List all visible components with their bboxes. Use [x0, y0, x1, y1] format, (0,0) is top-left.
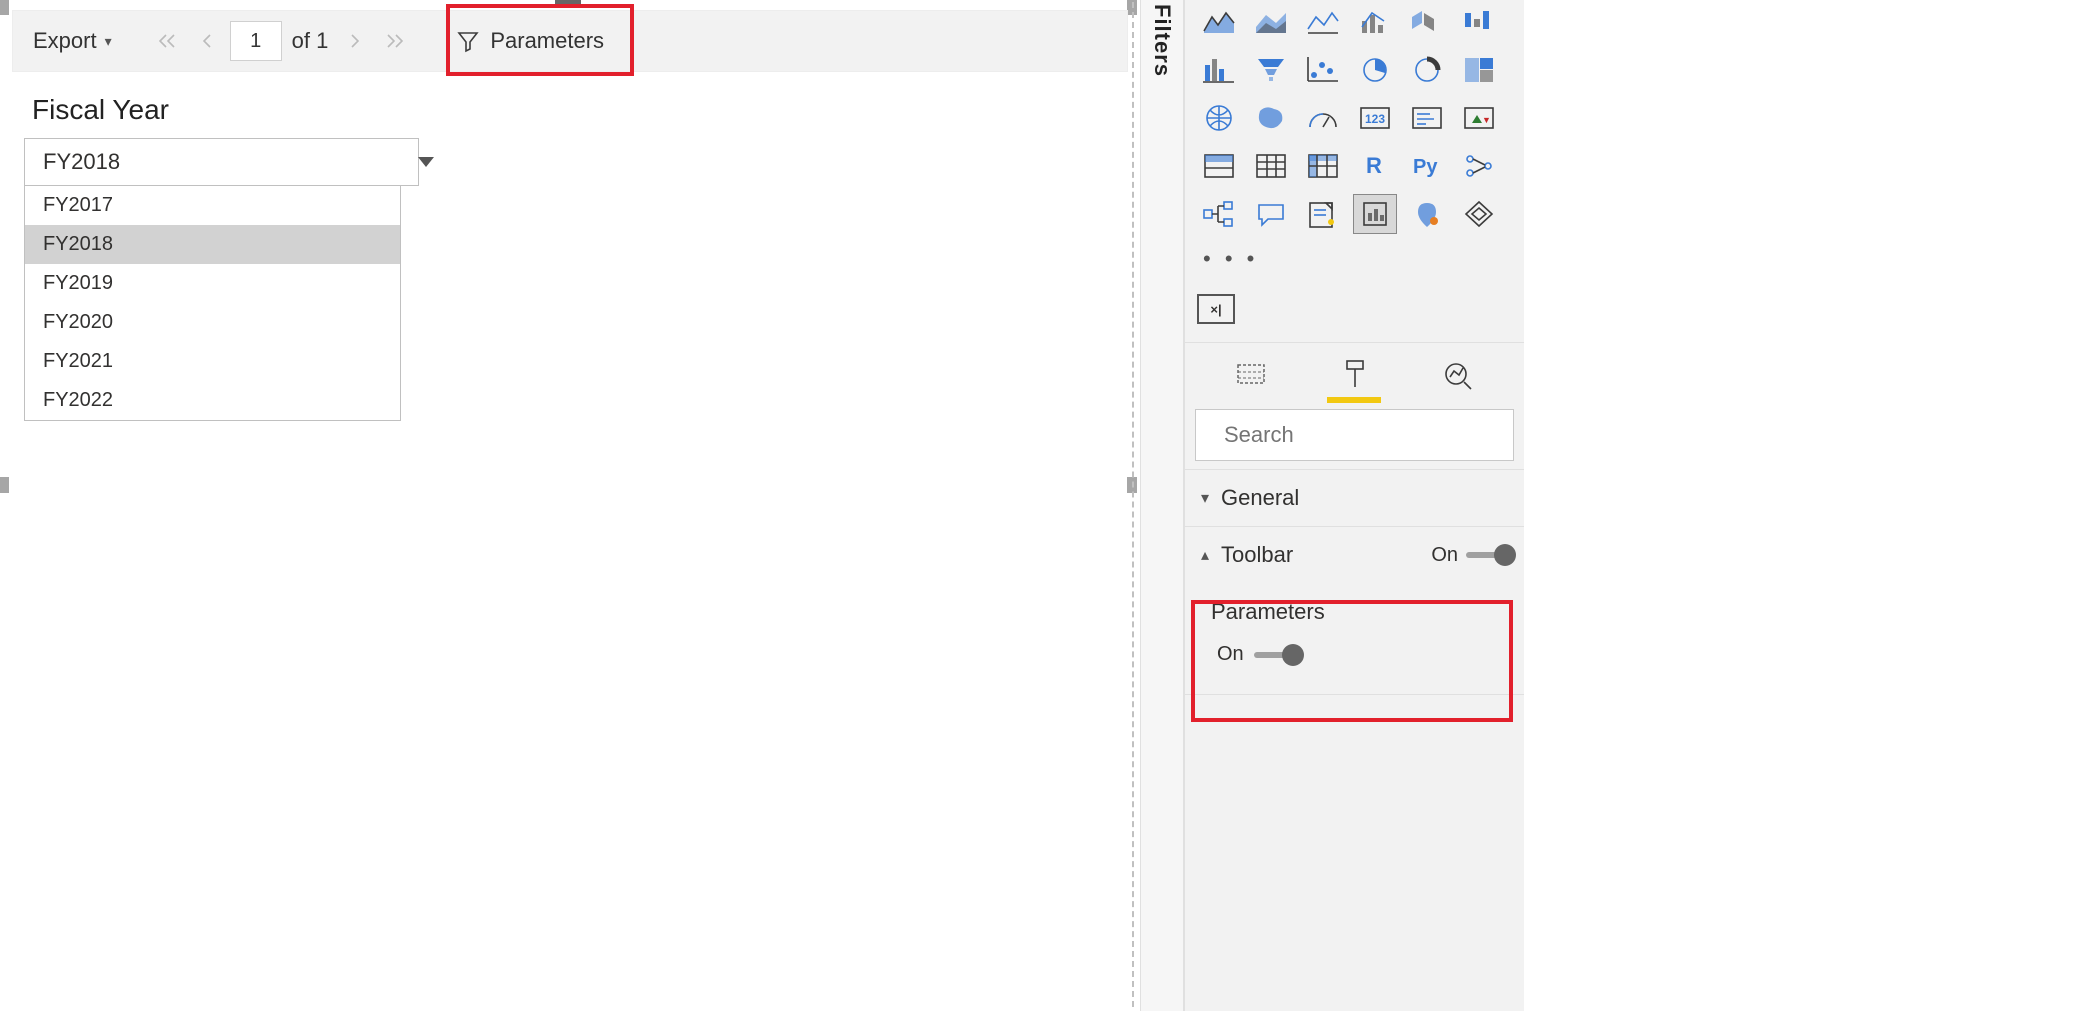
- export-label: Export: [33, 28, 97, 54]
- multi-row-card-icon[interactable]: [1405, 98, 1449, 138]
- format-accordion: ▾ General ▴ Toolbar On Parameters On: [1185, 469, 1524, 695]
- donut-chart-icon[interactable]: [1405, 50, 1449, 90]
- pie-chart-icon[interactable]: [1353, 50, 1397, 90]
- format-search-input[interactable]: [1222, 421, 1514, 449]
- dropdown-item[interactable]: FY2022: [25, 381, 400, 420]
- prev-page-button[interactable]: [190, 24, 224, 58]
- values-section: ×|: [1185, 286, 1524, 343]
- python-visual-icon[interactable]: Py: [1405, 146, 1449, 186]
- paginated-report-toolbar: Export ▾ of 1 Paramete: [12, 10, 1128, 72]
- card-icon[interactable]: 123: [1353, 98, 1397, 138]
- funnel-icon: [456, 29, 480, 53]
- line-chart-icon[interactable]: [1301, 2, 1345, 42]
- chevron-down-icon: ▾: [105, 33, 112, 50]
- parameters-button-label: Parameters: [490, 28, 604, 54]
- dropdown-item[interactable]: FY2019: [25, 264, 400, 303]
- fields-tab[interactable]: [1230, 353, 1272, 395]
- r-visual-icon[interactable]: R: [1353, 146, 1397, 186]
- filters-pane-label: Filters: [1149, 4, 1175, 1011]
- kpi-icon[interactable]: ▼: [1457, 98, 1501, 138]
- dropdown-item[interactable]: FY2017: [25, 186, 400, 225]
- paginated-report-icon[interactable]: [1353, 194, 1397, 234]
- dropdown-list: FY2017FY2018FY2019FY2020FY2021FY2022: [24, 186, 401, 421]
- map-icon[interactable]: [1197, 98, 1241, 138]
- export-button[interactable]: Export ▾: [25, 24, 120, 58]
- funnel-chart-icon[interactable]: [1249, 50, 1293, 90]
- svg-text:123: 123: [1365, 112, 1385, 126]
- parameters-property-label: Parameters: [1211, 599, 1504, 625]
- visualization-gallery: 123 ▼ R Py: [1185, 0, 1524, 242]
- general-header[interactable]: ▾ General: [1185, 470, 1524, 526]
- report-canvas-wrap: Export ▾ of 1 Paramete: [0, 0, 1140, 1011]
- svg-text:Py: Py: [1413, 156, 1438, 178]
- visualizations-pane: 123 ▼ R Py • • • ×|: [1184, 0, 1524, 1011]
- more-visuals-button[interactable]: • • •: [1185, 242, 1524, 286]
- format-tabs: [1185, 343, 1524, 395]
- scatter-chart-icon[interactable]: [1301, 50, 1345, 90]
- toolbar-toggle[interactable]: On: [1431, 544, 1510, 567]
- value-field-icon[interactable]: ×|: [1197, 294, 1235, 324]
- general-section: ▾ General: [1185, 470, 1524, 527]
- slicer-icon[interactable]: [1197, 146, 1241, 186]
- toolbar-section: ▴ Toolbar On Parameters On: [1185, 527, 1524, 695]
- gauge-icon[interactable]: [1301, 98, 1345, 138]
- svg-text:R: R: [1366, 153, 1382, 178]
- resize-handle-tl[interactable]: [0, 0, 9, 15]
- toggle-switch-icon: [1254, 652, 1298, 658]
- page-number-input[interactable]: [230, 21, 282, 61]
- format-tab[interactable]: [1333, 353, 1375, 395]
- chevron-down-icon: ▾: [1201, 488, 1209, 508]
- page-of-label: of 1: [292, 28, 329, 54]
- fiscal-year-dropdown[interactable]: FY2018 FY2017FY2018FY2019FY2020FY2021FY2…: [24, 138, 419, 421]
- decomposition-tree-icon[interactable]: [1197, 194, 1241, 234]
- report-visual-frame[interactable]: Export ▾ of 1 Paramete: [2, 2, 1134, 1007]
- filters-pane-collapsed[interactable]: Filters: [1140, 0, 1184, 1011]
- dropdown-selected-value[interactable]: FY2018: [24, 138, 419, 186]
- dropdown-item[interactable]: FY2018: [25, 225, 400, 264]
- value-field-icon-text: ×|: [1210, 302, 1221, 317]
- svg-text:▼: ▼: [1482, 115, 1491, 125]
- combo-chart-icon[interactable]: [1353, 2, 1397, 42]
- next-page-button[interactable]: [338, 24, 372, 58]
- canvas-right-border: [1132, 2, 1134, 1007]
- table-icon[interactable]: [1249, 146, 1293, 186]
- resize-handle-tm[interactable]: [555, 0, 581, 7]
- waterfall-chart-icon[interactable]: [1457, 2, 1501, 42]
- parameters-toggle-label: On: [1217, 643, 1244, 666]
- first-page-button[interactable]: [150, 24, 184, 58]
- key-influencers-icon[interactable]: [1457, 146, 1501, 186]
- parameters-button[interactable]: Parameters: [442, 22, 618, 60]
- arcgis-map-icon[interactable]: [1405, 194, 1449, 234]
- toggle-switch-icon: [1466, 552, 1510, 558]
- area-chart-icon[interactable]: [1197, 2, 1241, 42]
- dropdown-selected-text: FY2018: [43, 149, 120, 175]
- stacked-area-chart-icon[interactable]: [1249, 2, 1293, 42]
- qa-visual-icon[interactable]: [1249, 194, 1293, 234]
- dropdown-item[interactable]: FY2020: [25, 303, 400, 342]
- toolbar-section-label: Toolbar: [1221, 542, 1293, 568]
- resize-handle-ml[interactable]: [0, 477, 9, 493]
- toolbar-section-body: Parameters On: [1185, 583, 1524, 694]
- parameters-toggle[interactable]: On: [1217, 643, 1504, 666]
- caret-down-icon: [418, 157, 434, 167]
- chevron-up-icon: ▴: [1201, 545, 1209, 565]
- general-label: General: [1221, 485, 1299, 511]
- matrix-icon[interactable]: [1301, 146, 1345, 186]
- smart-narrative-icon[interactable]: [1301, 194, 1345, 234]
- power-apps-icon[interactable]: [1457, 194, 1501, 234]
- report-body: Fiscal Year FY2018 FY2017FY2018FY2019FY2…: [20, 88, 1124, 1001]
- format-search-box[interactable]: [1195, 409, 1514, 461]
- analytics-tab[interactable]: [1437, 353, 1479, 395]
- filled-map-icon[interactable]: [1249, 98, 1293, 138]
- treemap-icon[interactable]: [1457, 50, 1501, 90]
- toolbar-toggle-label: On: [1431, 544, 1458, 567]
- ribbon-chart-icon[interactable]: [1405, 2, 1449, 42]
- toolbar-section-header[interactable]: ▴ Toolbar On: [1185, 527, 1524, 583]
- clustered-column-chart-icon[interactable]: [1197, 50, 1241, 90]
- parameter-label: Fiscal Year: [32, 94, 1124, 126]
- dropdown-item[interactable]: FY2021: [25, 342, 400, 381]
- last-page-button[interactable]: [378, 24, 412, 58]
